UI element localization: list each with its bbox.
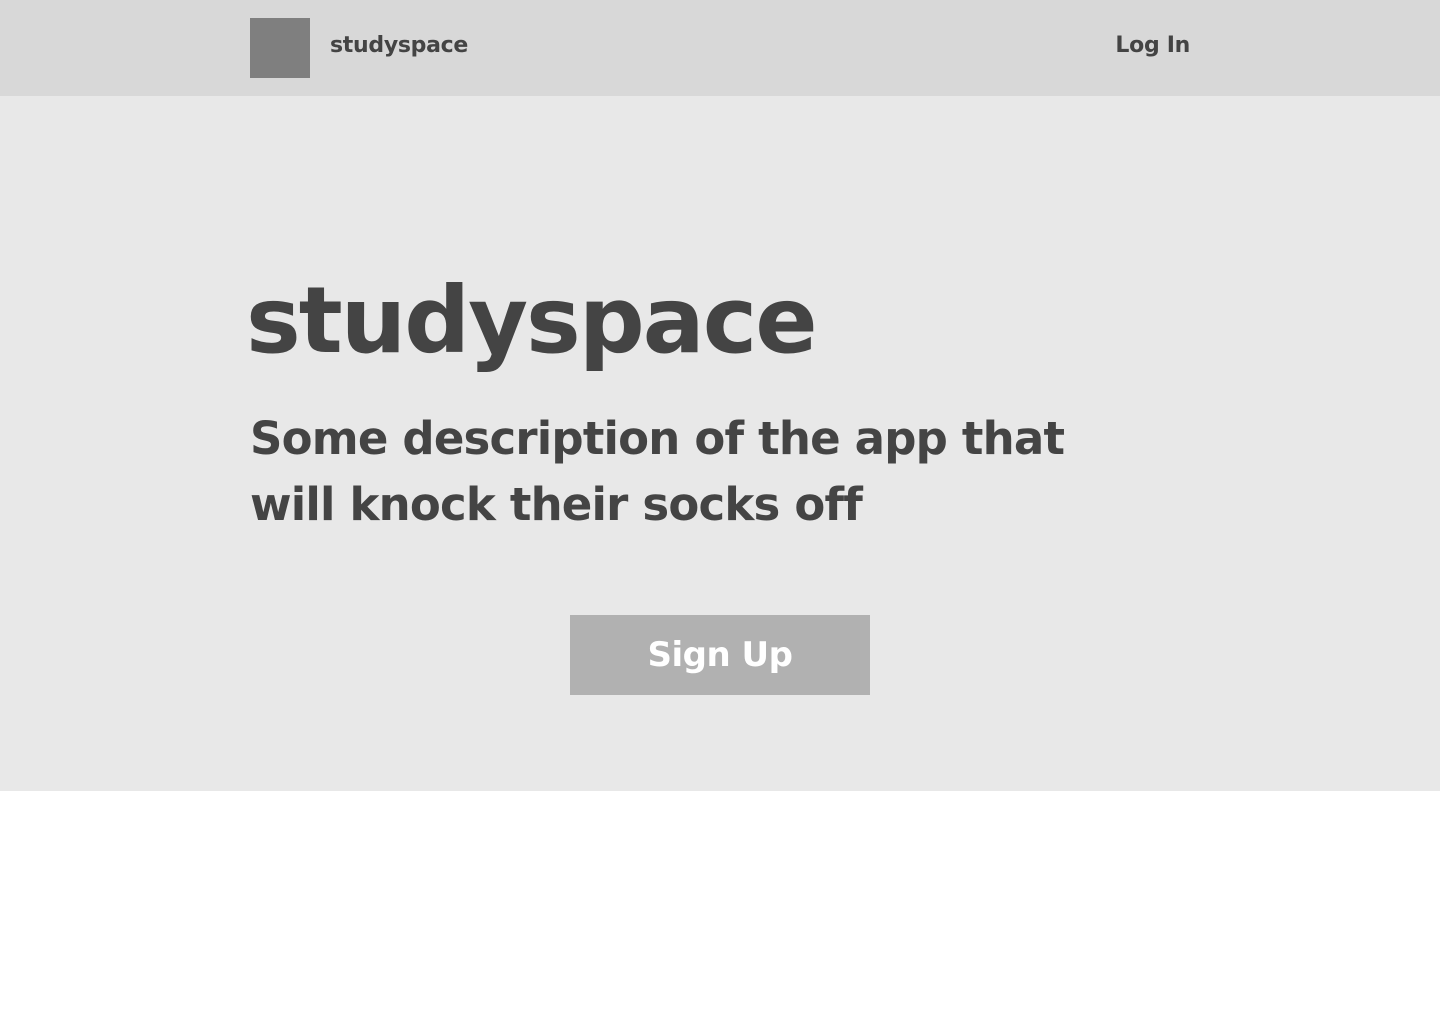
signup-button[interactable]: Sign Up [570, 615, 870, 695]
top-nav: studyspace Log In [0, 0, 1440, 96]
brand-name[interactable]: studyspace [330, 30, 468, 62]
hero-description: Some description of the app that will kn… [250, 412, 1065, 531]
login-link[interactable]: Log In [1115, 30, 1190, 62]
logo-placeholder-icon[interactable] [250, 18, 310, 78]
hero-title: studyspace [246, 267, 818, 374]
hero-section: studyspace Some description of the app t… [0, 96, 1440, 791]
